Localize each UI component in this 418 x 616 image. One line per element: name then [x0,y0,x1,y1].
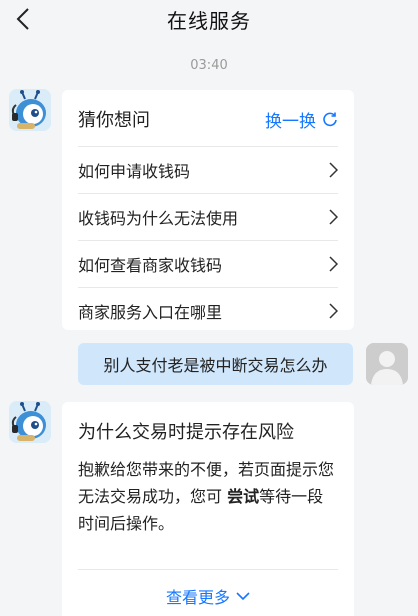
bot-avatar [9,89,51,131]
question-item[interactable]: 收钱码为什么无法使用 [78,193,338,240]
top-bar: 在线服务 [0,0,418,38]
refresh-label: 换一换 [265,111,316,132]
view-more-label: 查看更多 [165,588,230,607]
chevron-right-icon [329,162,338,178]
ant-bot-icon [9,89,51,131]
card-title: 猜你想问 [78,110,150,131]
ant-bot-icon [9,401,51,443]
answer-title: 为什么交易时提示存在风险 [78,422,294,443]
page-title: 在线服务 [167,9,251,33]
view-more-button[interactable]: 查看更多 [62,584,354,608]
refresh-button[interactable]: 换一换 [265,107,338,132]
question-item[interactable]: 商家服务入口在哪里 [78,287,338,334]
answer-card: 为什么交易时提示存在风险 抱歉给您带来的不便，若页面提示您无法交易成功，您可 尝… [62,402,354,616]
question-text: 如何申请收钱码 [78,162,191,181]
question-text: 收钱码为什么无法使用 [78,209,239,228]
question-text: 如何查看商家收钱码 [78,256,223,275]
answer-body: 抱歉给您带来的不便，若页面提示您无法交易成功，您可 尝试等待一段时间后操作。 [78,456,336,537]
bot-avatar [9,401,51,443]
card-header: 猜你想问 换一换 [78,102,338,136]
user-icon [366,343,408,385]
suggested-questions-card: 猜你想问 换一换 如何申请收钱码 收钱码为什么无法使用 如何查看商家收钱码 商家… [62,90,354,330]
chevron-right-icon [329,209,338,225]
user-message-bubble: 别人支付老是被中断交易怎么办 [78,343,353,385]
message-timestamp: 03:40 [190,58,228,73]
question-text: 商家服务入口在哪里 [78,303,223,322]
user-avatar [366,343,408,385]
divider [78,569,338,570]
question-item[interactable]: 如何申请收钱码 [78,146,338,193]
answer-text-bold: 尝试 [227,487,260,506]
chevron-right-icon [329,256,338,272]
chevron-right-icon [329,303,338,319]
refresh-icon [323,112,337,127]
question-item[interactable]: 如何查看商家收钱码 [78,240,338,287]
chevron-down-icon [236,591,250,600]
question-list: 如何申请收钱码 收钱码为什么无法使用 如何查看商家收钱码 商家服务入口在哪里 [78,146,338,334]
user-message-text: 别人支付老是被中断交易怎么办 [103,356,328,375]
